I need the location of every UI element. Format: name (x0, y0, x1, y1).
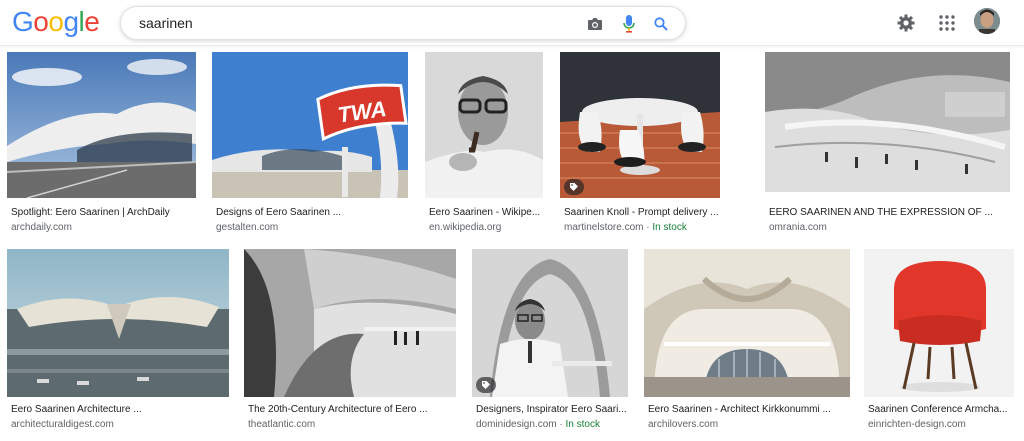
image-result[interactable]: Saarinen Conference Armcha... einrichten… (864, 249, 1024, 434)
result-title: Spotlight: Eero Saarinen | ArchDaily (11, 207, 170, 218)
result-domain: architecturaldigest.com (11, 419, 114, 430)
price-tag-icon (564, 179, 584, 195)
result-domain: einrichten-design.com (868, 419, 966, 430)
result-domain: dominidesign.com · In stock (476, 419, 600, 430)
image-result[interactable]: EERO SAARINEN AND THE EXPRESSION OF ... … (765, 52, 1015, 237)
result-title: Designers, Inspirator Eero Saari... (476, 404, 627, 415)
microphone-icon[interactable] (619, 14, 639, 34)
image-result[interactable]: Designers, Inspirator Eero Saari... domi… (472, 249, 632, 434)
image-result[interactable]: The 20th-Century Architecture of Eero ..… (244, 249, 460, 434)
image-result[interactable]: Eero Saarinen - Architect Kirkkonummi ..… (644, 249, 854, 434)
result-title: Eero Saarinen - Architect Kirkkonummi ..… (648, 404, 831, 415)
result-title: Saarinen Knoll - Prompt delivery ... (564, 207, 719, 218)
logo-letter: e (84, 6, 100, 37)
logo-letter: G (12, 6, 34, 37)
result-domain: archdaily.com (11, 222, 72, 233)
gear-icon[interactable] (893, 10, 919, 36)
domain-text: martinelstore.com (564, 222, 644, 233)
result-domain: martinelstore.com · In stock (564, 222, 687, 233)
stock-status: In stock (652, 222, 687, 233)
logo-letter: o (48, 6, 64, 37)
image-result[interactable]: Eero Saarinen Architecture ... architect… (7, 249, 231, 434)
image-result[interactable]: TWA Designs of Eero Saarinen ... gestalt… (212, 52, 412, 237)
price-tag-icon (476, 377, 496, 393)
separator: · (559, 419, 563, 430)
result-thumbnail[interactable] (244, 249, 456, 397)
image-result[interactable]: Spotlight: Eero Saarinen | ArchDaily arc… (7, 52, 199, 237)
result-thumbnail[interactable] (864, 249, 1014, 397)
camera-icon[interactable] (585, 14, 605, 34)
apps-grid-icon[interactable] (934, 10, 960, 36)
avatar[interactable] (974, 8, 1000, 34)
stock-status: In stock (565, 419, 600, 430)
logo-letter: o (33, 6, 49, 37)
separator: · (646, 222, 650, 233)
search-box (120, 6, 686, 40)
result-domain: omrania.com (769, 222, 827, 233)
result-title: Eero Saarinen Architecture ... (11, 404, 142, 415)
result-domain: en.wikipedia.org (429, 222, 502, 233)
result-title: EERO SAARINEN AND THE EXPRESSION OF ... (769, 207, 993, 218)
result-title: Saarinen Conference Armcha... (868, 404, 1008, 415)
result-thumbnail[interactable] (425, 52, 543, 198)
image-result[interactable]: Saarinen Knoll - Prompt delivery ... mar… (560, 52, 756, 237)
image-result[interactable]: Eero Saarinen - Wikipe... en.wikipedia.o… (425, 52, 547, 237)
search-input[interactable] (139, 7, 579, 39)
google-logo[interactable]: Google (12, 6, 100, 37)
result-thumbnail[interactable] (7, 249, 229, 397)
result-title: Designs of Eero Saarinen ... (216, 207, 342, 218)
result-domain: archilovers.com (648, 419, 719, 430)
result-domain: theatlantic.com (248, 419, 316, 430)
result-title: Eero Saarinen - Wikipe... (429, 207, 541, 218)
result-thumbnail[interactable] (7, 52, 196, 198)
result-thumbnail[interactable] (644, 249, 850, 397)
top-bar: Google (0, 0, 1024, 46)
result-thumbnail[interactable] (765, 52, 1010, 192)
result-title: The 20th-Century Architecture of Eero ..… (248, 404, 428, 415)
result-thumbnail[interactable] (472, 249, 628, 397)
search-icon[interactable] (651, 14, 671, 34)
result-domain: gestalten.com (216, 222, 279, 233)
result-thumbnail[interactable]: TWA (212, 52, 408, 198)
domain-text: dominidesign.com (476, 419, 557, 430)
result-thumbnail[interactable] (560, 52, 720, 198)
logo-letter: g (63, 6, 79, 37)
